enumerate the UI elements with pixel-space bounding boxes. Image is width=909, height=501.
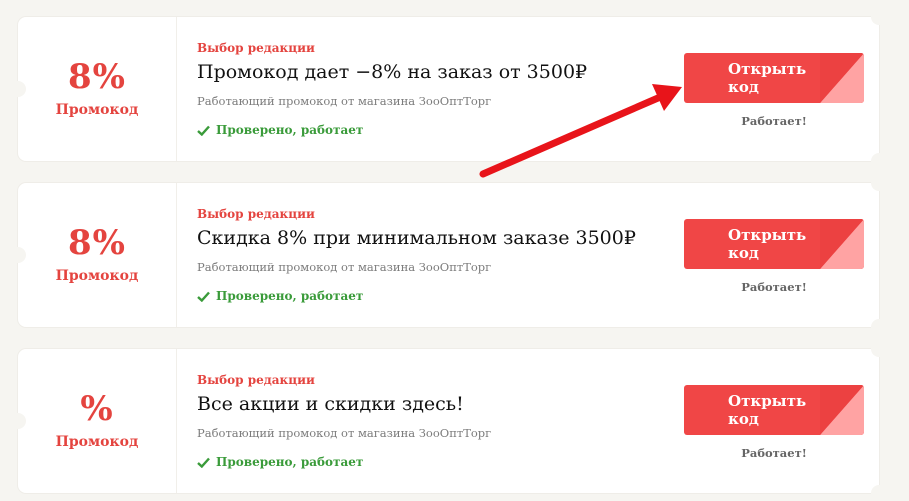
code-status: Работает! bbox=[741, 114, 807, 128]
code-status: Работает! bbox=[741, 446, 807, 460]
offer-details: Выбор редакции Все акции и скидки здесь!… bbox=[197, 349, 669, 493]
offer-title: Скидка 8% при минимальном заказе 3500₽ bbox=[197, 227, 636, 249]
perforation-notch bbox=[871, 341, 887, 357]
offer-details: Выбор редакции Скидка 8% при минимальном… bbox=[197, 183, 669, 327]
editor-choice-badge: Выбор редакции bbox=[197, 41, 315, 55]
offer-description: Работающий промокод от магазина ЗооОптТо… bbox=[197, 260, 492, 274]
code-status: Работает! bbox=[741, 280, 807, 294]
perforation-notch bbox=[871, 9, 887, 25]
verified-text: Проверено, работает bbox=[216, 289, 364, 303]
verified-status: Проверено, работает bbox=[197, 455, 363, 469]
discount-type-label: Промокод bbox=[55, 268, 139, 284]
discount-percent: 8% bbox=[68, 223, 126, 263]
perforation-notch bbox=[871, 319, 887, 335]
perforation-notch bbox=[871, 153, 887, 169]
offer-title: Все акции и скидки здесь! bbox=[197, 393, 464, 415]
editor-choice-badge: Выбор редакции bbox=[197, 373, 315, 387]
offer-description: Работающий промокод от магазина ЗооОптТо… bbox=[197, 94, 492, 108]
discount-block: 8% Промокод bbox=[18, 17, 177, 161]
discount-type-label: Промокод bbox=[55, 102, 139, 118]
open-code-label: Открыть код bbox=[728, 226, 807, 262]
verified-status: Проверено, работает bbox=[197, 123, 363, 137]
button-corner-fold bbox=[820, 219, 864, 269]
editor-choice-badge: Выбор редакции bbox=[197, 207, 315, 221]
perforation-notch bbox=[871, 485, 887, 501]
discount-percent: % bbox=[80, 389, 114, 429]
offer-description: Работающий промокод от магазина ЗооОптТо… bbox=[197, 426, 492, 440]
offer-card: 8% Промокод Выбор редакции Промокод дает… bbox=[10, 9, 887, 169]
discount-block: % Промокод bbox=[18, 349, 177, 493]
offer-card: % Промокод Выбор редакции Все акции и ск… bbox=[10, 341, 887, 501]
check-icon bbox=[197, 457, 210, 468]
perforation-notch bbox=[871, 175, 887, 191]
open-code-button[interactable]: Открыть код bbox=[684, 53, 864, 103]
button-corner-fold bbox=[820, 385, 864, 435]
check-icon bbox=[197, 291, 210, 302]
open-code-label: Открыть код bbox=[728, 60, 807, 96]
discount-type-label: Промокод bbox=[55, 434, 139, 450]
discount-block: 8% Промокод bbox=[18, 183, 177, 327]
offer-details: Выбор редакции Промокод дает −8% на зака… bbox=[197, 17, 669, 161]
discount-percent: 8% bbox=[68, 57, 126, 97]
offer-title: Промокод дает −8% на заказ от 3500₽ bbox=[197, 61, 588, 83]
verified-text: Проверено, работает bbox=[216, 455, 364, 469]
offer-card: 8% Промокод Выбор редакции Скидка 8% при… bbox=[10, 175, 887, 335]
button-corner-fold bbox=[820, 53, 864, 103]
open-code-button[interactable]: Открыть код bbox=[684, 385, 864, 435]
open-code-button[interactable]: Открыть код bbox=[684, 219, 864, 269]
verified-text: Проверено, работает bbox=[216, 123, 364, 137]
open-code-label: Открыть код bbox=[728, 392, 807, 428]
check-icon bbox=[197, 125, 210, 136]
verified-status: Проверено, работает bbox=[197, 289, 363, 303]
